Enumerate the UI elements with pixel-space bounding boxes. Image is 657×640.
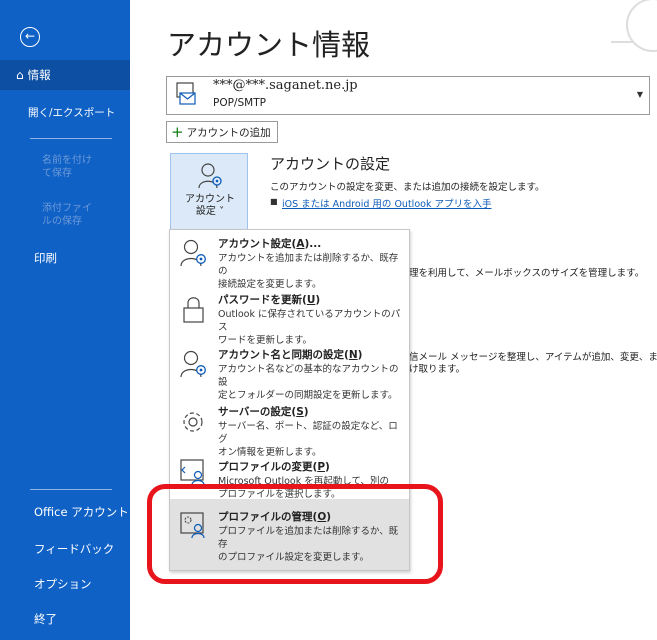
plus-icon: + <box>171 123 184 141</box>
sidebar-divider <box>30 138 112 139</box>
account-email: ***@***.saganet.ne.jp <box>213 78 358 93</box>
sidebar-item-feedback[interactable]: フィードバック <box>0 541 130 557</box>
desc-line: アカウントを追加または削除するか、既存の <box>218 253 399 277</box>
decorative-line <box>611 41 633 43</box>
menu-item-update-password[interactable]: パスワードを更新(U) Outlook に保存されているアカウントのパス ワードを… <box>170 286 409 346</box>
mailbox-settings-text: 理を利用して、メールボックスのサイズを管理します。 <box>409 268 645 279</box>
account-settings-button[interactable]: アカウント 設定 ˅ <box>170 153 248 233</box>
account-type: POP/SMTP <box>213 97 266 109</box>
desc-line: Outlook に保存されているアカウントのパス <box>218 309 401 333</box>
title-text: プロファイルの変更( <box>218 461 318 473</box>
title-text: サーバーの設定( <box>218 406 297 418</box>
account-settings-icon <box>198 163 222 189</box>
sidebar: ← ⌂ 情報 開く/エクスポート 名前を付けて保存 添付ファイルの保存 印刷 Of… <box>0 0 130 640</box>
title-text: アカウント名と同期の設定( <box>218 349 349 361</box>
add-account-button[interactable]: + アカウントの追加 <box>166 121 278 143</box>
sidebar-item-open-export[interactable]: 開く/エクスポート <box>0 105 130 120</box>
access-key: S <box>296 406 304 418</box>
menu-item-title: アカウント名と同期の設定(N) <box>218 347 362 362</box>
title-suffix: ) <box>325 461 330 473</box>
sidebar-item-options[interactable]: オプション <box>0 576 130 592</box>
title-suffix: ) <box>315 294 321 306</box>
title-text: パスワードを更新( <box>218 294 307 306</box>
menu-item-name-sync-settings[interactable]: アカウント名と同期の設定(N) アカウント名などの基本的なアカウントの設 定とフォ… <box>170 341 409 401</box>
title-suffix: )... <box>304 238 322 250</box>
account-sync-icon <box>180 350 206 378</box>
access-key: P <box>317 461 326 473</box>
sidebar-item-save-attachments[interactable]: 添付ファイルの保存 <box>0 202 100 228</box>
menu-item-title: アカウント設定(A)... <box>218 236 321 251</box>
tile-line1: アカウント <box>185 194 235 205</box>
tile-line2: 設定 ˅ <box>195 206 225 217</box>
menu-item-desc: アカウント名などの基本的なアカウントの設 定とフォルダーの同期設定を更新します。 <box>218 363 406 402</box>
add-account-label: アカウントの追加 <box>186 127 271 139</box>
rules-alerts-text: 信メール メッセージを整理し、アイテムが追加、変更、ま <box>409 352 657 363</box>
access-key: N <box>348 349 358 361</box>
sidebar-item-info[interactable]: ⌂ 情報 <box>0 60 130 90</box>
sidebar-item-save-as[interactable]: 名前を付けて保存 <box>0 154 100 180</box>
title-suffix: ) <box>357 349 363 361</box>
title-suffix: ) <box>303 406 309 418</box>
section-description: このアカウントの設定を変更、または追加の接続を設定します。 <box>270 182 545 193</box>
menu-item-title: パスワードを更新(U) <box>218 292 320 307</box>
menu-item-title: プロファイルの変更(P) <box>218 459 330 474</box>
highlight-annotation <box>147 484 443 584</box>
title-text: アカウント設定( <box>218 238 297 250</box>
account-settings-label: アカウント 設定 ˅ <box>171 194 249 218</box>
sidebar-item-exit[interactable]: 終了 <box>0 611 130 627</box>
menu-item-server-settings[interactable]: サーバーの設定(S) サーバー名、ポート、認証の設定など、ログ オン情報を更新しま… <box>170 398 409 458</box>
change-profile-icon <box>180 459 205 486</box>
sidebar-item-office-account[interactable]: Office アカウント <box>0 504 130 520</box>
rules-alerts-text-2: け取ります。 <box>409 364 466 375</box>
page-title: アカウント情報 <box>167 28 371 62</box>
decorative-circle <box>626 0 657 52</box>
sidebar-item-print[interactable]: 印刷 <box>0 250 130 266</box>
home-icon: ⌂ <box>16 68 24 82</box>
gear-icon <box>183 412 203 432</box>
account-dropdown[interactable]: ***@***.saganet.ne.jp POP/SMTP ▼ <box>166 76 650 115</box>
back-arrow-icon[interactable]: ← <box>20 27 40 47</box>
menu-item-title: サーバーの設定(S) <box>218 404 309 419</box>
sidebar-divider <box>30 489 112 490</box>
desc-line: アカウント名などの基本的なアカウントの設 <box>218 364 399 388</box>
menu-item-account-settings[interactable]: アカウント設定(A)... アカウントを追加または削除するか、既存の 接続設定を変… <box>170 230 409 290</box>
desc-line: サーバー名、ポート、認証の設定など、ログ <box>218 421 398 445</box>
chevron-down-icon: ▼ <box>636 90 643 99</box>
mail-account-icon <box>176 82 196 105</box>
bullet-icon: ■ <box>270 197 278 206</box>
section-title: アカウントの設定 <box>270 155 391 173</box>
lock-icon <box>183 297 204 323</box>
mobile-app-link[interactable]: iOS または Android 用の Outlook アプリを入手 <box>282 196 491 210</box>
sidebar-item-label: 情報 <box>27 68 51 82</box>
account-settings-icon <box>180 239 206 267</box>
